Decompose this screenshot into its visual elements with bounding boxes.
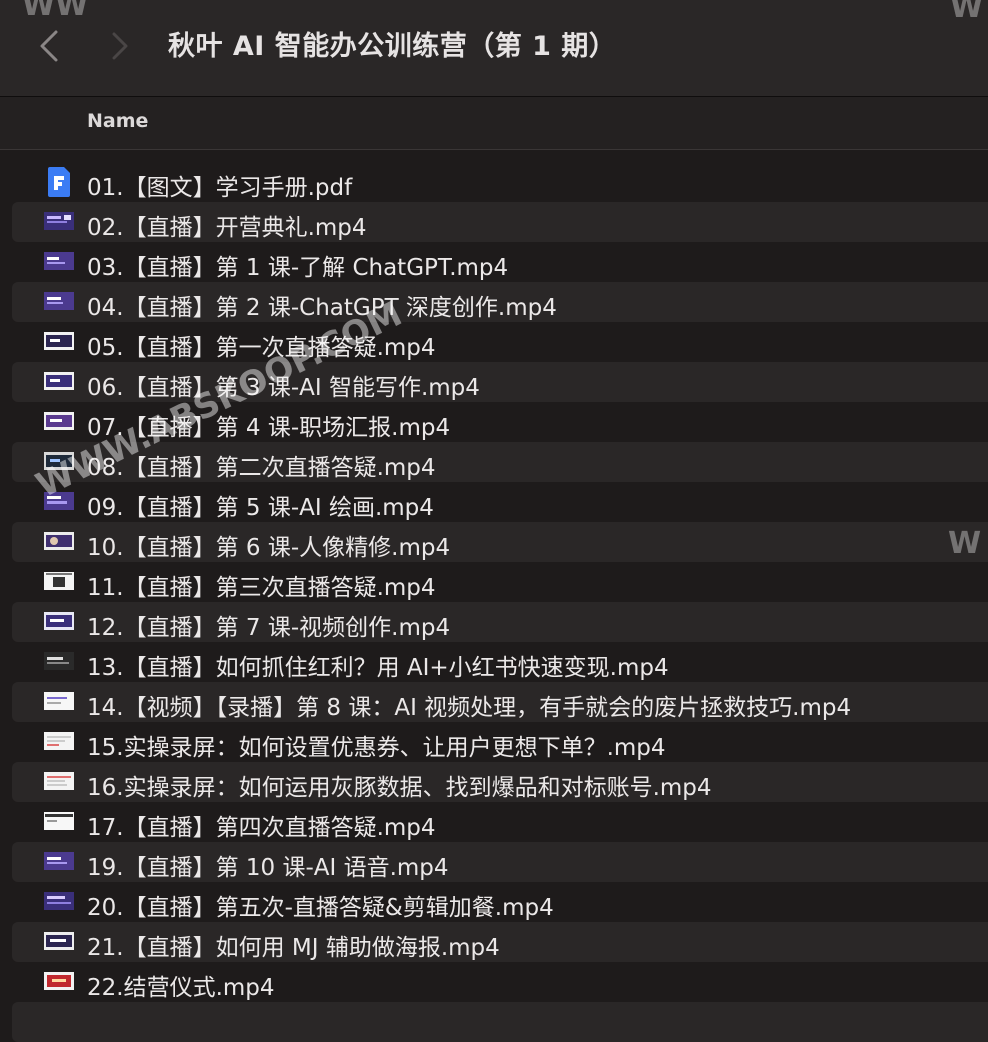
- video-thumbnail-icon: [44, 332, 74, 350]
- toolbar: 秋叶 AI 智能办公训练营（第 1 期）: [0, 0, 988, 97]
- file-row[interactable]: 12.【直播】第 7 课-视频创作.mp4: [12, 602, 988, 642]
- file-name: 22.结营仪式.mp4: [87, 975, 275, 1001]
- video-thumbnail-icon: [44, 932, 74, 950]
- file-row[interactable]: [12, 1002, 988, 1042]
- file-row[interactable]: 05.【直播】第一次直播答疑.mp4: [12, 322, 988, 362]
- video-thumbnail-icon: [44, 612, 74, 630]
- video-thumbnail-icon: [44, 412, 74, 430]
- video-thumbnail-icon: [44, 812, 74, 830]
- column-header-row: Name: [0, 97, 988, 150]
- video-thumbnail-icon: [44, 452, 74, 470]
- video-thumbnail-icon: [44, 892, 74, 910]
- file-row[interactable]: 17.【直播】第四次直播答疑.mp4: [12, 802, 988, 842]
- file-name: 10.【直播】第 6 课-人像精修.mp4: [87, 535, 451, 561]
- file-row[interactable]: 07.【直播】第 4 课-职场汇报.mp4: [12, 402, 988, 442]
- file-name: 19.【直播】第 10 课-AI 语音.mp4: [87, 855, 449, 881]
- video-thumbnail-icon: [44, 492, 74, 510]
- file-name: 02.【直播】开营典礼.mp4: [87, 215, 367, 241]
- video-thumbnail-icon: [44, 532, 74, 550]
- file-name: 20.【直播】第五次-直播答疑&剪辑加餐.mp4: [87, 895, 554, 921]
- video-thumbnail-icon: [44, 252, 74, 270]
- video-thumbnail-icon: [44, 572, 74, 590]
- file-row[interactable]: 02.【直播】开营典礼.mp4: [12, 202, 988, 242]
- file-row[interactable]: 15.实操录屏：如何设置优惠券、让用户更想下单？.mp4: [12, 722, 988, 762]
- file-name: 11.【直播】第三次直播答疑.mp4: [87, 575, 436, 601]
- file-row[interactable]: 11.【直播】第三次直播答疑.mp4: [12, 562, 988, 602]
- video-thumbnail-icon: [44, 652, 74, 670]
- file-row[interactable]: 22.结营仪式.mp4: [12, 962, 988, 1002]
- video-thumbnail-icon: [44, 732, 74, 750]
- file-name: 09.【直播】第 5 课-AI 绘画.mp4: [87, 495, 434, 521]
- file-name: 06.【直播】第 3 课-AI 智能写作.mp4: [87, 375, 480, 401]
- video-thumbnail-icon: [44, 772, 74, 790]
- file-name: 12.【直播】第 7 课-视频创作.mp4: [87, 615, 451, 641]
- file-row[interactable]: 01.【图文】学习手册.pdf: [12, 162, 988, 202]
- file-name: 21.【直播】如何用 MJ 辅助做海报.mp4: [87, 935, 500, 961]
- file-name: 13.【直播】如何抓住红利？用 AI+小红书快速变现.mp4: [87, 655, 669, 681]
- file-row[interactable]: 20.【直播】第五次-直播答疑&剪辑加餐.mp4: [12, 882, 988, 922]
- video-thumbnail-icon: [44, 292, 74, 310]
- file-name: 08.【直播】第二次直播答疑.mp4: [87, 455, 436, 481]
- file-name: 16.实操录屏：如何运用灰豚数据、找到爆品和对标账号.mp4: [87, 775, 712, 801]
- file-row[interactable]: 13.【直播】如何抓住红利？用 AI+小红书快速变现.mp4: [12, 642, 988, 682]
- pdf-icon: [46, 166, 72, 198]
- video-thumbnail-icon: [44, 212, 74, 230]
- chevron-right-icon[interactable]: [100, 26, 140, 66]
- video-thumbnail-icon: [44, 852, 74, 870]
- file-row[interactable]: 08.【直播】第二次直播答疑.mp4: [12, 442, 988, 482]
- column-header-name[interactable]: Name: [87, 110, 148, 132]
- file-row[interactable]: 09.【直播】第 5 课-AI 绘画.mp4: [12, 482, 988, 522]
- file-name: 17.【直播】第四次直播答疑.mp4: [87, 815, 436, 841]
- file-row[interactable]: 03.【直播】第 1 课-了解 ChatGPT.mp4: [12, 242, 988, 282]
- file-name: 04.【直播】第 2 课-ChatGPT 深度创作.mp4: [87, 295, 557, 321]
- file-row[interactable]: 16.实操录屏：如何运用灰豚数据、找到爆品和对标账号.mp4: [12, 762, 988, 802]
- window-title: 秋叶 AI 智能办公训练营（第 1 期）: [168, 31, 617, 62]
- file-name: 14.【视频】【录播】第 8 课：AI 视频处理，有手就会的废片拯救技巧.mp4: [87, 695, 852, 721]
- chevron-left-icon[interactable]: [30, 26, 70, 66]
- file-row[interactable]: 19.【直播】第 10 课-AI 语音.mp4: [12, 842, 988, 882]
- file-row[interactable]: 21.【直播】如何用 MJ 辅助做海报.mp4: [12, 922, 988, 962]
- file-row[interactable]: 14.【视频】【录播】第 8 课：AI 视频处理，有手就会的废片拯救技巧.mp4: [12, 682, 988, 722]
- file-row[interactable]: 04.【直播】第 2 课-ChatGPT 深度创作.mp4: [12, 282, 988, 322]
- video-thumbnail-icon: [44, 372, 74, 390]
- file-row[interactable]: 10.【直播】第 6 课-人像精修.mp4: [12, 522, 988, 562]
- video-thumbnail-icon: [44, 972, 74, 990]
- file-name: 01.【图文】学习手册.pdf: [87, 175, 353, 201]
- file-name: 15.实操录屏：如何设置优惠券、让用户更想下单？.mp4: [87, 735, 666, 761]
- file-name: 07.【直播】第 4 课-职场汇报.mp4: [87, 415, 451, 441]
- file-name: 05.【直播】第一次直播答疑.mp4: [87, 335, 436, 361]
- video-thumbnail-icon: [44, 692, 74, 710]
- file-name: 03.【直播】第 1 课-了解 ChatGPT.mp4: [87, 255, 509, 281]
- file-row[interactable]: 06.【直播】第 3 课-AI 智能写作.mp4: [12, 362, 988, 402]
